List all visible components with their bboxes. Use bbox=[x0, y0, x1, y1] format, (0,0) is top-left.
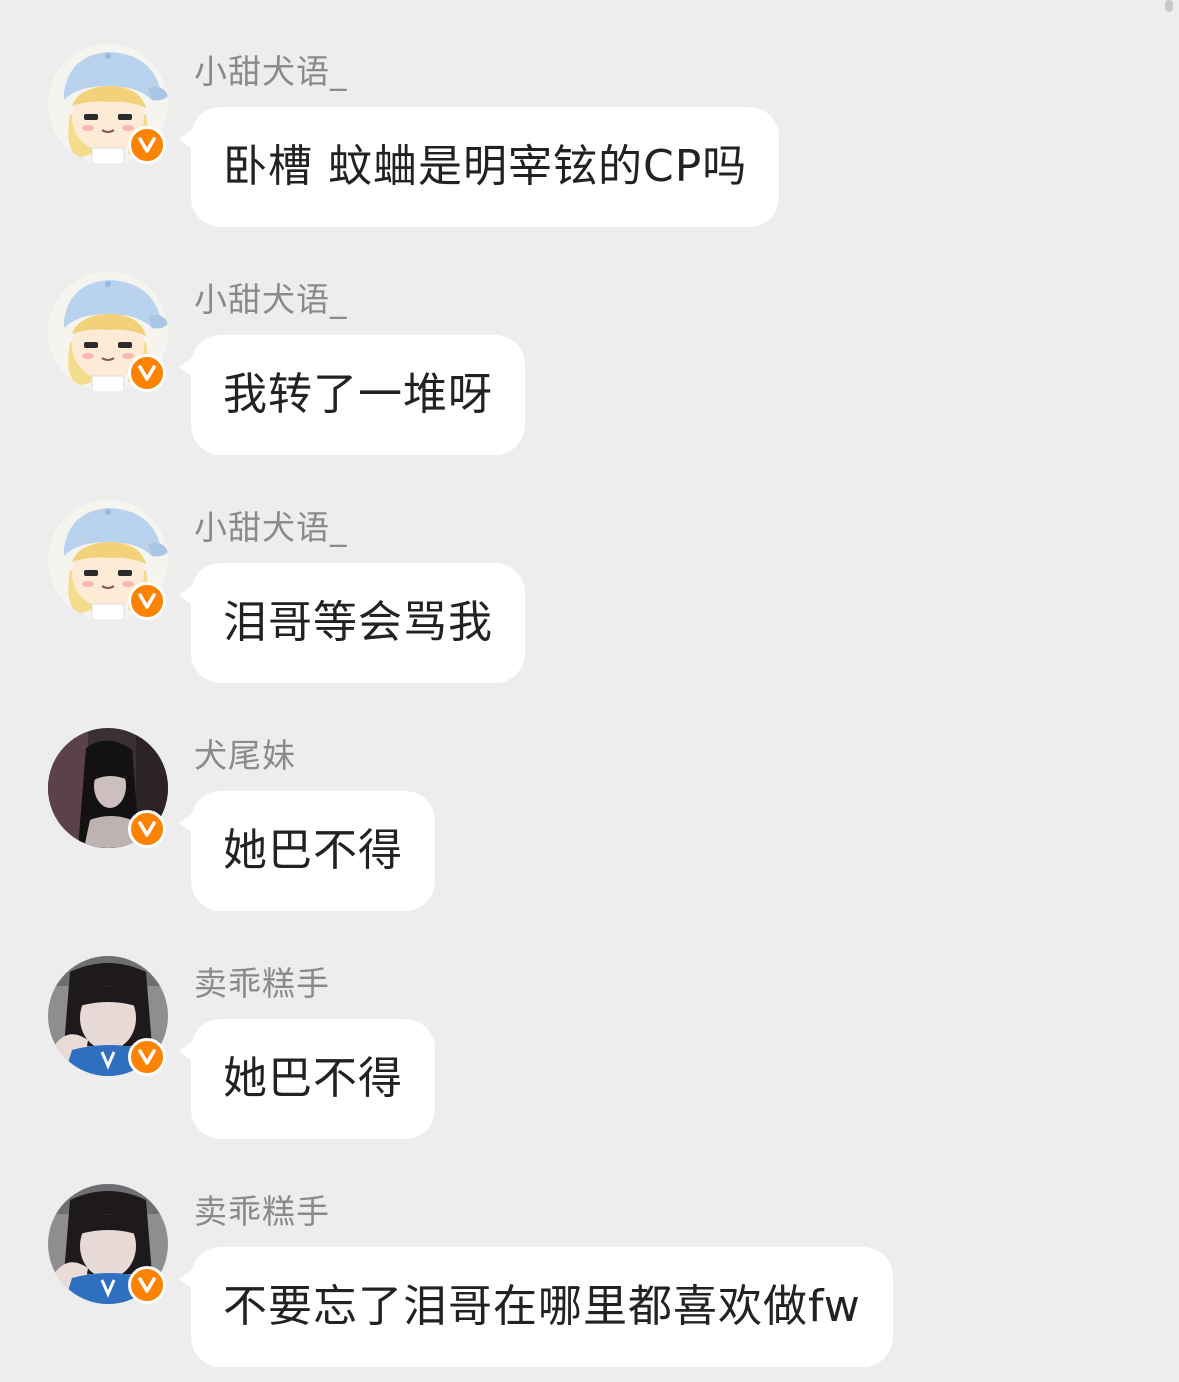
verified-badge-icon bbox=[128, 1038, 166, 1076]
verified-badge-icon bbox=[128, 1266, 166, 1304]
chat-message: 犬尾妹 她巴不得 bbox=[48, 712, 1148, 912]
sender-name: 犬尾妹 bbox=[194, 736, 296, 775]
verified-badge-icon bbox=[128, 810, 166, 848]
chat-message: 小甜犬语_ 泪哥等会骂我 bbox=[48, 484, 1148, 684]
chat-message: 小甜犬语_ 我转了一堆呀 bbox=[48, 256, 1148, 456]
message-bubble[interactable]: 她巴不得 bbox=[179, 791, 435, 911]
chat-thread: 小甜犬语_ 卧槽 蚊蛐是明宰铉的CP吗 小甜犬语_ 我转了一堆呀 小甜犬语_ 泪… bbox=[0, 0, 1179, 1382]
message-bubble[interactable]: 我转了一堆呀 bbox=[179, 335, 525, 455]
verified-badge-icon bbox=[128, 126, 166, 164]
verified-badge-icon bbox=[128, 582, 166, 620]
sender-name: 小甜犬语_ bbox=[194, 508, 348, 547]
sender-name: 小甜犬语_ bbox=[194, 52, 348, 91]
message-bubble[interactable]: 她巴不得 bbox=[179, 1019, 435, 1139]
sender-name: 卖乖糕手 bbox=[194, 964, 330, 1003]
message-bubble[interactable]: 泪哥等会骂我 bbox=[179, 563, 525, 683]
message-bubble[interactable]: 不要忘了泪哥在哪里都喜欢做fw bbox=[179, 1247, 893, 1367]
chat-message: 卖乖糕手 她巴不得 bbox=[48, 940, 1148, 1140]
verified-badge-icon bbox=[128, 354, 166, 392]
sender-name: 小甜犬语_ bbox=[194, 280, 348, 319]
scrollbar-thumb[interactable] bbox=[1165, 0, 1173, 12]
sender-name: 卖乖糕手 bbox=[194, 1192, 330, 1231]
message-bubble[interactable]: 卧槽 蚊蛐是明宰铉的CP吗 bbox=[178, 107, 780, 227]
chat-message: 小甜犬语_ 卧槽 蚊蛐是明宰铉的CP吗 bbox=[48, 28, 1148, 228]
chat-message: 卖乖糕手 不要忘了泪哥在哪里都喜欢做fw bbox=[48, 1168, 1148, 1368]
